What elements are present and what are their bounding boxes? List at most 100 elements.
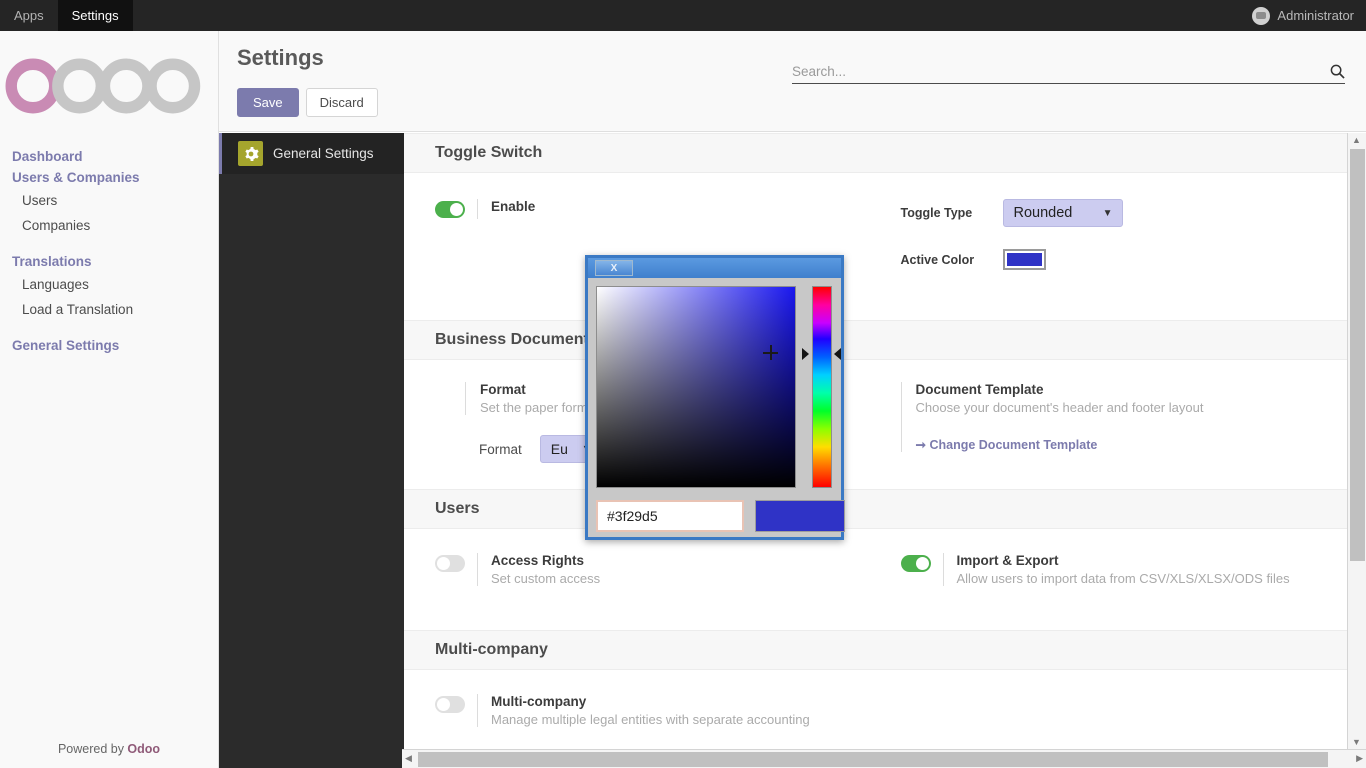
- sidebar-item-load-a-translation[interactable]: Load a Translation: [12, 297, 218, 322]
- multi-company-text: Multi-company Manage multiple legal enti…: [491, 694, 810, 727]
- action-buttons: Save Discard: [237, 88, 378, 117]
- search-input[interactable]: [792, 64, 1330, 79]
- topbar-item-apps[interactable]: Apps: [0, 0, 58, 31]
- sidebar-item-users[interactable]: Users: [12, 188, 218, 213]
- access-rights-desc: Set custom access: [491, 571, 601, 586]
- sidebar-item-translations[interactable]: Translations: [12, 251, 218, 272]
- section-body-toggle-switch: Enable Toggle Type Rounded Active Color: [404, 173, 1366, 320]
- field-active-color: Active Color: [901, 249, 1343, 270]
- format-field-label: Format: [479, 441, 522, 457]
- close-icon[interactable]: X: [595, 260, 633, 276]
- odoo-logo[interactable]: [0, 31, 218, 120]
- sidebar-item-languages[interactable]: Languages: [12, 272, 218, 297]
- section-heading-business-documents: Business Documents: [404, 320, 1366, 360]
- arrow-right-icon: ➞: [915, 438, 926, 452]
- vertical-scrollbar[interactable]: ▲ ▼: [1347, 133, 1366, 749]
- search-bar[interactable]: [792, 64, 1345, 84]
- change-document-template-label: Change Document Template: [929, 438, 1098, 452]
- control-panel: Settings Save Discard: [219, 31, 1366, 132]
- topbar-item-settings[interactable]: Settings: [57, 0, 133, 31]
- odoo-brand-link[interactable]: Odoo: [127, 742, 160, 756]
- sidebar-item-users-companies[interactable]: Users & Companies: [12, 167, 218, 188]
- active-color-label: Active Color: [900, 252, 975, 267]
- divider: [477, 553, 478, 586]
- import-export-title: Import & Export: [956, 553, 1059, 568]
- setting-import-export: Import & Export Allow users to import da…: [900, 553, 1343, 586]
- multi-company-left-col: Multi-company Manage multiple legal enti…: [435, 694, 901, 737]
- toggle-access-rights[interactable]: [435, 555, 465, 572]
- section-heading-toggle-switch: Toggle Switch: [404, 133, 1366, 173]
- hue-marker-left-icon: [802, 348, 809, 360]
- user-avatar-icon: [1252, 6, 1271, 25]
- powered-by-footer: Powered by Odoo: [0, 742, 218, 756]
- top-navbar: Apps Settings Administrator: [0, 0, 1366, 31]
- multi-company-right-col: [901, 694, 1366, 737]
- search-icon[interactable]: [1330, 64, 1345, 79]
- color-picker-dialog: X: [585, 255, 845, 540]
- setting-document-template: Document Template Choose your document's…: [900, 382, 1343, 452]
- section-heading-users: Users: [404, 489, 1366, 529]
- access-rights-text: Access Rights Set custom access: [491, 553, 600, 586]
- powered-by-text: Powered by: [57, 742, 128, 756]
- users-left-col: Access Rights Set custom access: [435, 553, 901, 596]
- document-template-title: Document Template: [915, 382, 1044, 397]
- setting-enable-label: Enable: [491, 199, 536, 214]
- toggle-enable[interactable]: [435, 201, 465, 218]
- multi-company-title: Multi-company: [491, 694, 587, 709]
- color-picker-body: [596, 286, 845, 536]
- divider: [477, 694, 478, 727]
- save-button[interactable]: Save: [237, 88, 299, 117]
- toggle-multi-company[interactable]: [435, 696, 465, 713]
- user-name-label: Administrator: [1277, 8, 1354, 23]
- triangle-right-icon[interactable]: ▶: [1356, 753, 1363, 764]
- users-right-col: Import & Export Allow users to import da…: [900, 553, 1366, 596]
- section-heading-multi-company: Multi-company: [404, 630, 1366, 670]
- hue-marker-right-icon: [834, 348, 841, 360]
- change-document-template-link[interactable]: ➞ Change Document Template: [916, 437, 1343, 452]
- saturation-value-area[interactable]: [596, 286, 796, 488]
- discard-button[interactable]: Discard: [305, 88, 378, 117]
- document-template-desc: Choose your document's header and footer…: [915, 400, 1204, 415]
- field-toggle-type: Toggle Type Rounded: [901, 199, 1343, 227]
- sidebar-item-general-settings[interactable]: General Settings: [12, 335, 218, 356]
- setting-multi-company: Multi-company Manage multiple legal enti…: [435, 694, 877, 727]
- section-body-business-documents: Format Set the paper format Format Eu Do…: [404, 360, 1366, 489]
- page-title: Settings: [237, 45, 324, 70]
- vertical-scrollbar-thumb[interactable]: [1350, 149, 1365, 561]
- left-sidebar: Dashboard Users & Companies Users Compan…: [0, 31, 219, 768]
- settings-scroll-content: Toggle Switch Enable Toggle Type Rounded: [404, 133, 1366, 768]
- import-export-desc: Allow users to import data from CSV/XLS/…: [956, 571, 1290, 586]
- horizontal-scrollbar[interactable]: ◀ ▶: [402, 749, 1366, 768]
- divider: [477, 199, 478, 219]
- divider: [942, 553, 944, 586]
- setting-access-rights: Access Rights Set custom access: [435, 553, 877, 586]
- hue-slider[interactable]: [812, 286, 832, 488]
- triangle-up-icon[interactable]: ▲: [1352, 135, 1361, 145]
- setting-enable-text: Enable: [491, 199, 535, 214]
- settings-nav-label: General Settings: [273, 146, 374, 161]
- crosshair-icon: [763, 345, 778, 360]
- business-documents-right-col: Document Template Choose your document's…: [900, 382, 1366, 463]
- gear-icon: [238, 141, 263, 166]
- horizontal-scrollbar-thumb[interactable]: [418, 752, 1328, 767]
- settings-module-nav: General Settings: [219, 133, 404, 768]
- topbar-user-menu[interactable]: Administrator: [1252, 0, 1366, 31]
- triangle-left-icon[interactable]: ◀: [405, 753, 412, 764]
- triangle-down-icon[interactable]: ▼: [1352, 737, 1361, 747]
- section-body-users: Access Rights Set custom access Import &…: [404, 529, 1366, 630]
- toggle-type-label: Toggle Type: [900, 206, 973, 220]
- toggle-import-export[interactable]: [900, 555, 931, 572]
- toggle-type-select[interactable]: Rounded: [1002, 199, 1123, 227]
- sidebar-item-dashboard[interactable]: Dashboard: [12, 146, 218, 167]
- sidebar-nav: Dashboard Users & Companies Users Compan…: [0, 120, 218, 356]
- active-color-swatch-button[interactable]: [1002, 249, 1046, 270]
- sidebar-item-companies[interactable]: Companies: [12, 213, 218, 238]
- import-export-text: Import & Export Allow users to import da…: [957, 553, 1290, 586]
- active-color-fill: [1006, 253, 1042, 266]
- color-picker-titlebar: X: [588, 258, 841, 278]
- multi-company-desc: Manage multiple legal entities with sepa…: [491, 712, 810, 727]
- hex-color-input[interactable]: [596, 500, 744, 532]
- sidebar-item-general-settings-module[interactable]: General Settings: [219, 133, 404, 174]
